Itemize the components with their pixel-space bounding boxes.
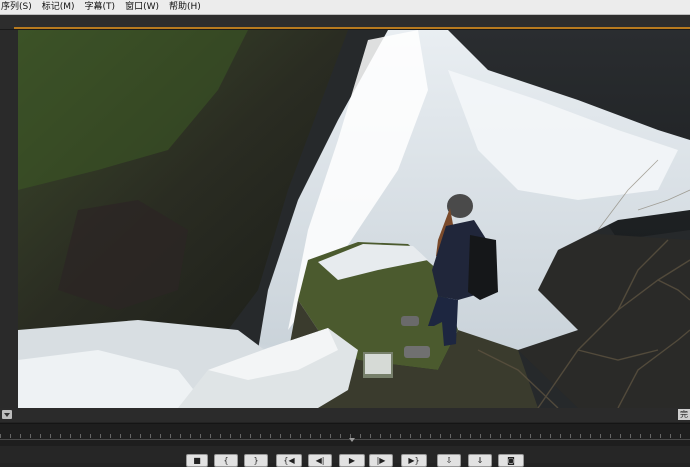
menu-sequence[interactable]: 序列(S) bbox=[0, 0, 37, 14]
ruler-ticks bbox=[0, 434, 690, 438]
step-forward-button[interactable]: |▶ bbox=[369, 454, 393, 467]
transport-controls: ■ {} {◀ ◀| ▶ |▶ ▶} ⇩ ⇓ ◙ bbox=[0, 446, 690, 467]
overwrite-icon: ⇓ bbox=[476, 456, 484, 465]
overwrite-button[interactable]: ⇓ bbox=[468, 454, 492, 467]
mark-in-button[interactable]: { bbox=[214, 454, 238, 467]
insert-button[interactable]: ⇩ bbox=[437, 454, 461, 467]
step-back-icon: ◀| bbox=[315, 456, 325, 465]
playhead-icon[interactable] bbox=[349, 438, 355, 442]
export-frame-button[interactable]: ◙ bbox=[498, 454, 524, 467]
mark-out-button[interactable]: } bbox=[244, 454, 268, 467]
menu-help[interactable]: 帮助(H) bbox=[164, 0, 206, 14]
play-button[interactable]: ▶ bbox=[339, 454, 365, 467]
go-to-out-button[interactable]: ▶} bbox=[401, 454, 427, 467]
menu-title[interactable]: 字幕(T) bbox=[80, 0, 121, 14]
mark-in-icon: { bbox=[223, 456, 229, 465]
go-to-out-icon: ▶} bbox=[408, 456, 420, 465]
camera-icon: ◙ bbox=[507, 456, 515, 465]
mark-out-icon: } bbox=[253, 456, 259, 465]
video-image bbox=[18, 30, 690, 408]
go-to-in-button[interactable]: {◀ bbox=[276, 454, 302, 467]
stop-button[interactable]: ■ bbox=[186, 454, 208, 467]
menu-marker[interactable]: 标记(M) bbox=[37, 0, 80, 14]
active-panel-indicator bbox=[14, 27, 690, 29]
go-to-in-icon: {◀ bbox=[283, 456, 295, 465]
stop-icon: ■ bbox=[193, 456, 201, 465]
menu-window[interactable]: 窗口(W) bbox=[120, 0, 164, 14]
menu-bar: 序列(S) 标记(M) 字幕(T) 窗口(W) 帮助(H) bbox=[0, 0, 690, 15]
ruler-baseline bbox=[0, 439, 690, 440]
video-frame[interactable] bbox=[18, 30, 690, 408]
program-monitor-header bbox=[0, 15, 690, 30]
step-back-button[interactable]: ◀| bbox=[308, 454, 332, 467]
fit-menu[interactable]: 完 bbox=[678, 409, 690, 420]
time-ruler[interactable] bbox=[0, 423, 690, 446]
step-forward-icon: |▶ bbox=[376, 456, 386, 465]
zoom-dropdown-arrow-icon[interactable] bbox=[2, 410, 12, 419]
insert-icon: ⇩ bbox=[445, 456, 453, 465]
play-icon: ▶ bbox=[348, 456, 356, 465]
monitor-footer: 完 bbox=[0, 408, 690, 422]
program-monitor bbox=[0, 30, 690, 408]
